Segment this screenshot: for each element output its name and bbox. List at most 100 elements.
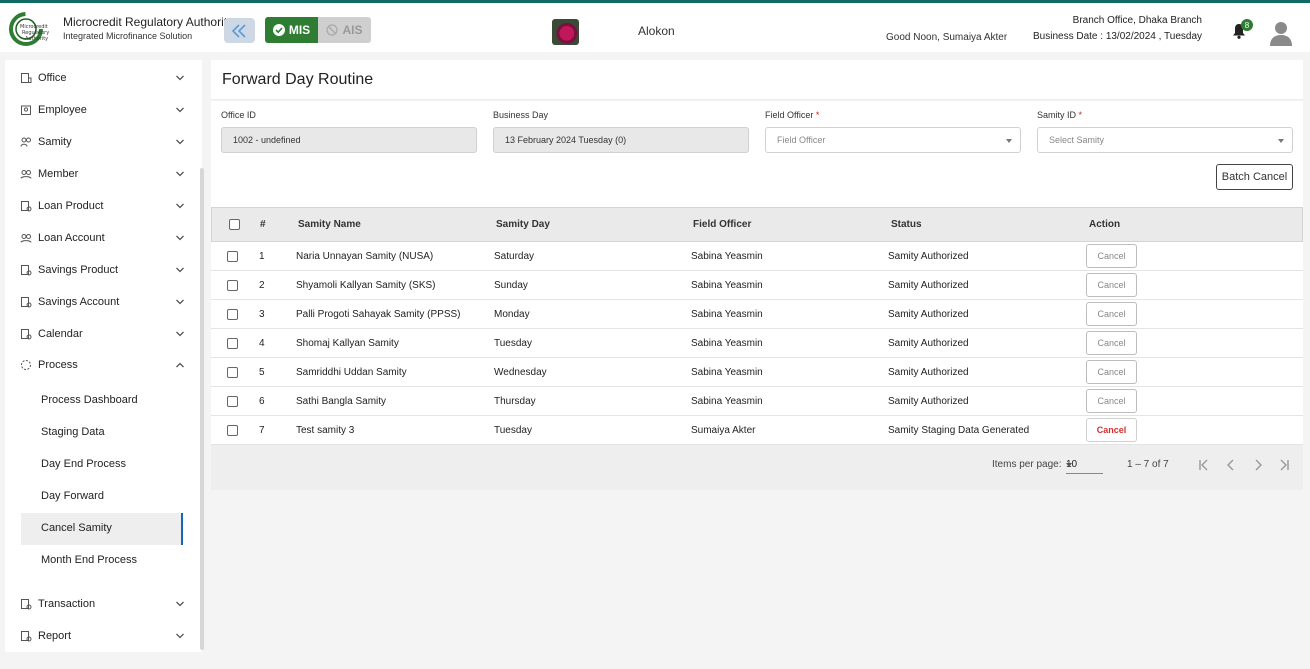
row-checkbox[interactable] <box>227 396 238 407</box>
last-page-icon[interactable] <box>1277 458 1291 472</box>
chevron-up-icon <box>176 362 184 368</box>
sidebar-subitem-label: Day End Process <box>41 458 126 470</box>
sidebar-item-label: Transaction <box>38 598 96 610</box>
row-checkbox[interactable] <box>227 309 238 320</box>
row-checkbox[interactable] <box>227 280 238 291</box>
samity-id-select[interactable]: Select Samity <box>1037 127 1293 153</box>
row-samity-name: Samriddhi Uddan Samity <box>296 367 407 378</box>
batch-cancel-button[interactable]: Batch Cancel <box>1216 164 1293 190</box>
row-status: Samity Authorized <box>888 396 969 407</box>
main-content: Forward Day Routine Office ID 1002 - und… <box>211 60 1303 490</box>
items-per-page-label: Items per page: <box>992 459 1062 470</box>
chevron-down-icon <box>176 331 184 337</box>
chevron-down-icon <box>176 299 184 305</box>
column-header-number: # <box>260 219 266 230</box>
sidebar-subitem-day-forward[interactable]: Day Forward <box>21 481 183 513</box>
sidebar-scrollbar[interactable] <box>200 168 204 650</box>
row-samity-name: Test samity 3 <box>296 425 355 436</box>
column-header-samity-day: Samity Day <box>496 219 550 230</box>
sidebar-item-loan-account[interactable]: Loan Account <box>5 224 195 252</box>
field-officer-select[interactable]: Field Officer <box>765 127 1021 153</box>
sidebar-item-employee[interactable]: Employee <box>5 96 195 124</box>
sidebar-item-process[interactable]: Process <box>5 351 195 379</box>
previous-page-icon[interactable] <box>1224 458 1238 472</box>
sidebar-subitem-day-end-process[interactable]: Day End Process <box>21 449 183 481</box>
items-per-page-select[interactable]: 10 <box>1066 455 1103 474</box>
row-samity-day: Thursday <box>494 396 536 407</box>
first-page-icon[interactable] <box>1197 458 1211 472</box>
notification-count-badge: 8 <box>1241 19 1253 31</box>
row-field-officer: Sabina Yeasmin <box>691 251 763 262</box>
row-cancel-button[interactable]: Cancel <box>1086 244 1137 268</box>
sidebar-subitem-staging-data[interactable]: Staging Data <box>21 417 183 449</box>
business-day-value: 13 February 2024 Tuesday (0) <box>505 135 627 145</box>
sidebar-item-calendar[interactable]: Calendar <box>5 320 195 348</box>
row-samity-name: Palli Progoti Sahayak Samity (PPSS) <box>296 309 461 320</box>
sidebar-collapse-button[interactable] <box>224 18 255 43</box>
business-day-label: Business Day <box>493 110 549 120</box>
table-row: 3 Palli Progoti Sahayak Samity (PPSS) Mo… <box>211 300 1303 329</box>
row-checkbox[interactable] <box>227 338 238 349</box>
organization-photo <box>552 19 579 45</box>
table-row: 4 Shomaj Kallyan Samity Tuesday Sabina Y… <box>211 329 1303 358</box>
sidebar-subitem-label: Process Dashboard <box>41 394 138 406</box>
row-cancel-button[interactable]: Cancel <box>1086 302 1137 326</box>
sidebar-item-samity[interactable]: Samity <box>5 128 195 156</box>
row-number: 3 <box>259 309 265 320</box>
row-samity-name: Sathi Bangla Samity <box>296 396 387 407</box>
row-samity-name: Shyamoli Kallyan Samity (SKS) <box>296 280 436 291</box>
row-cancel-button[interactable]: Cancel <box>1086 273 1137 297</box>
row-status: Samity Authorized <box>888 251 969 262</box>
mis-mode-button[interactable]: MIS <box>265 17 318 43</box>
members-icon <box>20 170 32 179</box>
sidebar-item-savings-account[interactable]: Savings Account <box>5 288 195 316</box>
sidebar-subitem-month-end-process[interactable]: Month End Process <box>21 545 183 577</box>
row-status: Samity Authorized <box>888 280 969 291</box>
samity-id-placeholder: Select Samity <box>1049 135 1105 145</box>
filter-form: Office ID 1002 - undefined Business Day … <box>211 101 1303 207</box>
chevron-down-icon <box>176 203 184 209</box>
table-row: 5 Samriddhi Uddan Samity Wednesday Sabin… <box>211 358 1303 387</box>
sidebar-item-office[interactable]: Office <box>5 64 195 92</box>
row-samity-day: Wednesday <box>494 367 547 378</box>
sidebar-item-label: Loan Product <box>38 200 104 212</box>
dropdown-caret-icon <box>1006 139 1012 143</box>
sidebar-subitem-label: Month End Process <box>41 554 137 566</box>
row-cancel-button[interactable]: Cancel <box>1086 360 1137 384</box>
sidebar-item-report[interactable]: Report <box>5 622 195 650</box>
required-mark: * <box>815 110 820 120</box>
chevron-down-icon <box>176 139 184 145</box>
office-id-field: 1002 - undefined <box>221 127 477 153</box>
sidebar-item-label: Office <box>38 72 67 84</box>
sidebar-item-transaction[interactable]: Transaction <box>5 590 195 618</box>
sidebar-item-savings-product[interactable]: Savings Product <box>5 256 195 284</box>
mra-logo: Microcredit Regulatory Authority <box>9 12 49 46</box>
chevron-down-icon <box>176 75 184 81</box>
samity-id-label: Samity ID * <box>1037 110 1082 120</box>
row-field-officer: Sabina Yeasmin <box>691 280 763 291</box>
row-checkbox[interactable] <box>227 251 238 262</box>
row-cancel-button[interactable]: Cancel <box>1086 331 1137 355</box>
row-cancel-button[interactable]: Cancel <box>1086 389 1137 413</box>
user-avatar-icon[interactable] <box>1269 20 1293 46</box>
row-status: Samity Authorized <box>888 338 969 349</box>
row-samity-day: Sunday <box>494 280 528 291</box>
ais-mode-button[interactable]: AIS <box>318 17 371 43</box>
sidebar-item-member[interactable]: Member <box>5 160 195 188</box>
sidebar-item-label: Process <box>38 359 78 371</box>
row-checkbox[interactable] <box>227 367 238 378</box>
sidebar: Office Employee Samity Member Loan Produ… <box>5 60 202 652</box>
row-samity-day: Monday <box>494 309 530 320</box>
row-status: Samity Authorized <box>888 367 969 378</box>
select-all-checkbox[interactable] <box>229 219 240 230</box>
building-icon <box>21 73 32 83</box>
sidebar-subitem-cancel-samity[interactable]: Cancel Samity <box>21 513 183 545</box>
row-checkbox[interactable] <box>227 425 238 436</box>
document-icon <box>21 265 32 276</box>
svg-text:Authority: Authority <box>25 36 48 42</box>
row-cancel-button[interactable]: Cancel <box>1086 418 1137 442</box>
column-header-field-officer: Field Officer <box>693 219 752 230</box>
next-page-icon[interactable] <box>1251 458 1265 472</box>
sidebar-subitem-process-dashboard[interactable]: Process Dashboard <box>21 385 183 417</box>
sidebar-item-loan-product[interactable]: Loan Product <box>5 192 195 220</box>
